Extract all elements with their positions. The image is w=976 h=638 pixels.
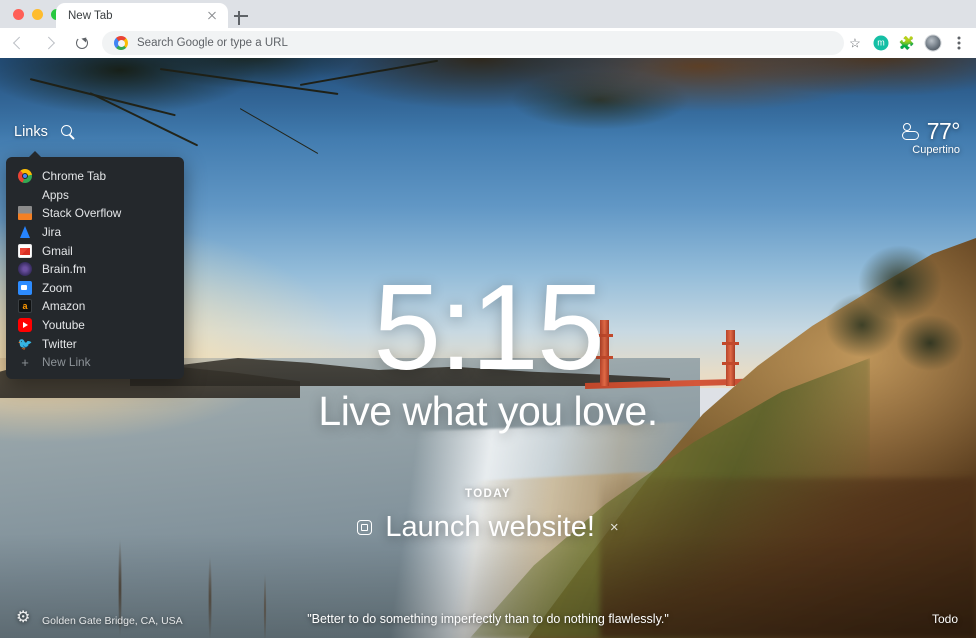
- todo-item-row[interactable]: Launch website! ×: [357, 511, 619, 544]
- plus-icon: +: [21, 354, 29, 370]
- greeting-text[interactable]: Live what you love.: [0, 388, 976, 435]
- links-item-label: Twitter: [42, 336, 77, 351]
- links-item-label: Apps: [42, 187, 69, 202]
- gmail-icon: [18, 243, 32, 258]
- stack-overflow-icon: [18, 206, 32, 221]
- links-item-brainfm[interactable]: Brain.fm: [6, 260, 184, 279]
- bookmark-star-button[interactable]: ☆: [844, 32, 866, 54]
- new-tab-button[interactable]: [232, 7, 250, 25]
- star-icon: ☆: [849, 35, 861, 51]
- links-item-gmail[interactable]: Gmail: [6, 241, 184, 260]
- links-item-jira[interactable]: Jira: [6, 223, 184, 242]
- links-item-label: Brain.fm: [42, 262, 86, 277]
- brainfm-icon: [18, 262, 32, 277]
- links-item-amazon[interactable]: a Amazon: [6, 297, 184, 316]
- extension-badge-button[interactable]: m: [870, 32, 892, 54]
- avatar-icon: [924, 34, 942, 52]
- links-item-new-link[interactable]: + New Link: [6, 353, 184, 372]
- chrome-menu-button[interactable]: [948, 32, 970, 54]
- quote-text: "Better to do something imperfectly than…: [307, 612, 669, 626]
- weather-temperature: 77°: [926, 118, 961, 144]
- back-button[interactable]: [4, 29, 32, 57]
- links-item-stack-overflow[interactable]: Stack Overflow: [6, 204, 184, 223]
- links-label: Links: [14, 124, 48, 140]
- kebab-menu-icon: [957, 36, 961, 50]
- todo-panel-button[interactable]: Todo: [932, 612, 958, 626]
- todo-item-text[interactable]: Launch website!: [385, 511, 595, 544]
- tab-strip: New Tab: [0, 0, 976, 28]
- extension-badge-icon: m: [873, 35, 889, 51]
- address-bar-placeholder: Search Google or type a URL: [137, 37, 288, 49]
- weather-widget[interactable]: 77° Cupertino: [900, 118, 961, 156]
- delete-todo-icon[interactable]: ×: [610, 519, 619, 536]
- todo-widget: TODAY Launch website! ×: [0, 488, 976, 544]
- new-tab-page: Links Chrome Tab Apps Stack Overflow Jir…: [0, 58, 976, 638]
- chrome-icon: [18, 169, 32, 184]
- search-icon[interactable]: [60, 124, 76, 140]
- links-dropdown-menu[interactable]: Chrome Tab Apps Stack Overflow Jira Gmai…: [6, 151, 184, 379]
- jira-icon: [18, 225, 32, 239]
- reload-button[interactable]: [68, 29, 96, 57]
- weather-main-row: 77°: [900, 118, 961, 145]
- forward-arrow-icon: [42, 36, 56, 50]
- puzzle-icon: 🧩: [898, 35, 916, 51]
- links-item-chrome-tab[interactable]: Chrome Tab: [6, 167, 184, 186]
- amazon-icon: a: [18, 299, 32, 314]
- zoom-icon: [18, 280, 32, 295]
- twitter-icon: 🐦: [17, 336, 33, 351]
- todo-heading: TODAY: [465, 488, 511, 500]
- google-logo-icon: [114, 36, 128, 50]
- links-item-label: Amazon: [42, 299, 86, 314]
- weather-city: Cupertino: [912, 144, 960, 156]
- close-tab-icon[interactable]: [204, 8, 220, 24]
- links-item-label: Youtube: [42, 318, 85, 333]
- toolbar-actions: ☆ m 🧩: [844, 32, 976, 54]
- links-item-label: Stack Overflow: [42, 206, 122, 221]
- links-item-apps[interactable]: Apps: [6, 186, 184, 205]
- foreground-twigs: [0, 458, 420, 638]
- tab-title: New Tab: [68, 9, 113, 22]
- extensions-button[interactable]: 🧩: [896, 32, 918, 54]
- links-item-youtube[interactable]: Youtube: [6, 316, 184, 335]
- close-window-button[interactable]: [13, 9, 24, 20]
- links-item-label: Gmail: [42, 243, 73, 258]
- links-item-zoom[interactable]: Zoom: [6, 279, 184, 298]
- todo-checkbox[interactable]: [357, 520, 373, 535]
- reload-icon: [76, 37, 88, 49]
- links-item-label: Chrome Tab: [42, 169, 107, 184]
- new-link-label: New Link: [42, 355, 91, 370]
- youtube-icon: [18, 318, 32, 333]
- links-item-twitter[interactable]: 🐦 Twitter: [6, 334, 184, 353]
- browser-window: New Tab Search Google or type a URL ☆ m …: [0, 0, 976, 638]
- address-bar[interactable]: Search Google or type a URL: [102, 31, 844, 55]
- profile-button[interactable]: [922, 32, 944, 54]
- browser-tab[interactable]: New Tab: [56, 3, 228, 28]
- links-item-label: Jira: [42, 225, 62, 240]
- browser-toolbar: Search Google or type a URL ☆ m 🧩: [0, 28, 976, 58]
- minimize-window-button[interactable]: [32, 9, 43, 20]
- links-header[interactable]: Links: [14, 124, 76, 140]
- links-item-label: Zoom: [42, 280, 73, 295]
- partly-cloudy-icon: [900, 122, 922, 141]
- apps-grid-icon: [18, 188, 32, 202]
- window-traffic-lights: [13, 9, 62, 20]
- back-arrow-icon: [12, 36, 26, 50]
- forward-button[interactable]: [36, 29, 64, 57]
